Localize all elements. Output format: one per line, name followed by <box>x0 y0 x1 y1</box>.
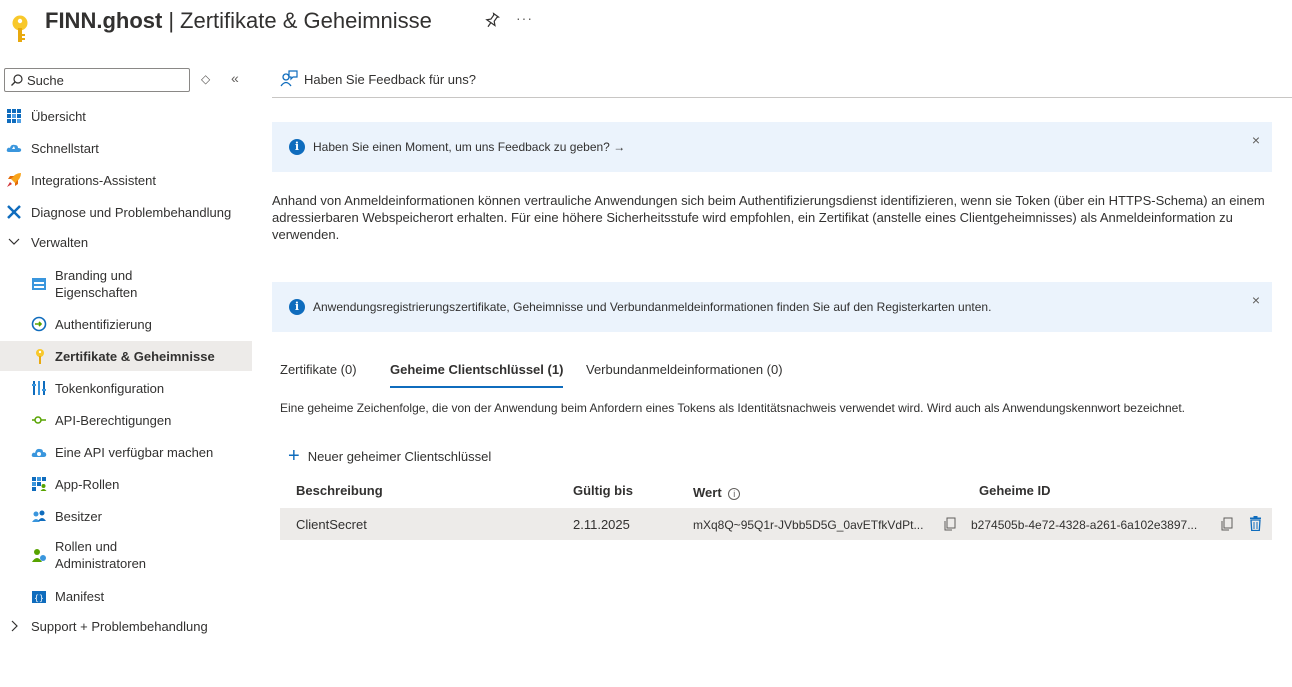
column-header-geheime-id: Geheime ID <box>979 483 1051 498</box>
sidebar-item-label: App-Rollen <box>55 477 120 492</box>
cell-beschreibung: ClientSecret <box>296 517 367 532</box>
close-icon[interactable]: × <box>1252 292 1260 308</box>
title-separator: | <box>168 8 175 33</box>
svg-text:{}: {} <box>34 594 44 603</box>
column-header-wert-label: Wert <box>693 485 722 500</box>
search-box[interactable] <box>4 68 190 92</box>
new-client-secret-label: Neuer geheimer Clientschlüssel <box>307 448 492 464</box>
tab-description: Eine geheime Zeichenfolge, die von der A… <box>280 401 1185 415</box>
sidebar-item-label: Diagnose und Problembehandlung <box>31 205 232 220</box>
page-title: FINN.ghost | Zertifikate & Geheimnisse <box>45 8 432 34</box>
table-row[interactable]: ClientSecret 2.11.2025 mXq8Q~95Q1r-JVbb5… <box>280 508 1272 540</box>
cloud-api-icon <box>31 448 47 457</box>
sidebar-group-support[interactable]: Support + Problembehandlung <box>0 611 252 641</box>
collapse-sidebar-icon[interactable]: « <box>231 70 239 86</box>
search-icon <box>11 74 23 86</box>
delete-icon[interactable] <box>1249 516 1262 531</box>
sidebar-item-schnellstart[interactable]: Schnellstart <box>0 133 252 163</box>
sidebar-item-uebersicht[interactable]: Übersicht <box>0 101 252 131</box>
info-banner-feedback: i Haben Sie einen Moment, um uns Feedbac… <box>272 122 1272 172</box>
sidebar-item-manifest[interactable]: {} Manifest <box>0 581 252 611</box>
info-banner-text: Anwendungsregistrierungszertifikate, Geh… <box>313 300 992 314</box>
sidebar-group-verwalten[interactable]: Verwalten <box>0 227 252 257</box>
chevron-right-icon <box>11 620 18 632</box>
app-name: FINN.ghost <box>45 8 163 33</box>
sidebar-item-label: Branding und Eigenschaften <box>55 268 138 300</box>
tab-geheime-clientschluessel[interactable]: Geheime Clientschlüssel (1) <box>390 360 564 388</box>
key-icon <box>36 349 44 364</box>
new-client-secret-button[interactable]: + Neuer geheimer Clientschlüssel <box>288 446 491 466</box>
sidebar-item-integrations-assistent[interactable]: Integrations-Assistent <box>0 165 252 195</box>
pin-icon[interactable] <box>484 12 500 30</box>
cell-geheime-id: b274505b-4e72-4328-a261-6a102e3897... <box>971 518 1198 532</box>
tab-verbundanmeldeinformationen[interactable]: Verbundanmeldeinformationen (0) <box>586 360 783 388</box>
sidebar-item-label: Eine API verfügbar machen <box>55 445 214 460</box>
column-header-gueltig-bis: Gültig bis <box>573 483 633 498</box>
sidebar-group-label: Support + Problembehandlung <box>31 619 208 634</box>
sidebar-item-label: Integrations-Assistent <box>31 173 157 188</box>
column-header-wert: Wert i <box>693 485 741 500</box>
auth-icon <box>31 316 47 332</box>
sidebar-item-label: Rollen und Administratoren <box>55 539 147 571</box>
page-header: FINN.ghost | Zertifikate & Geheimnisse ··· <box>0 0 1292 50</box>
sidebar-item-label: Besitzer <box>55 509 102 524</box>
cell-wert: mXq8Q~95Q1r-JVbb5D5G_0avETfkVdPt... <box>693 518 924 532</box>
sidebar-item-label: Zertifikate & Geheimnisse <box>55 349 215 364</box>
sidebar-item-api-verfuegbar[interactable]: Eine API verfügbar machen <box>0 437 252 467</box>
plus-icon: + <box>288 445 300 467</box>
info-icon: i <box>289 299 305 315</box>
sidebar-item-branding[interactable]: Branding und Eigenschaften <box>0 262 252 306</box>
info-circle-icon[interactable]: i <box>728 488 741 500</box>
close-icon[interactable]: × <box>1252 132 1260 148</box>
feedback-icon <box>280 70 298 87</box>
sidebar-group-label: Verwalten <box>31 235 89 250</box>
info-banner-tabs: i Anwendungsregistrierungszertifikate, G… <box>272 282 1272 332</box>
grid-icon <box>7 109 21 123</box>
sidebar-item-besitzer[interactable]: Besitzer <box>0 501 252 531</box>
sidebar-item-label: Authentifizierung <box>55 317 152 332</box>
manifest-icon: {} <box>32 591 46 603</box>
sidebar-item-label: Schnellstart <box>31 141 99 156</box>
info-icon: i <box>289 139 305 155</box>
sidebar-item-label: API-Berechtigungen <box>55 413 172 428</box>
feedback-label: Haben Sie Feedback für uns? <box>304 72 476 87</box>
cell-gueltig-bis: 2.11.2025 <box>573 517 630 532</box>
chevron-down-icon <box>8 238 20 245</box>
admin-user-icon <box>32 549 46 562</box>
search-input[interactable] <box>27 71 187 89</box>
column-header-beschreibung: Beschreibung <box>296 483 383 498</box>
page-description: Anhand von Anmeldeinformationen können v… <box>272 193 1265 242</box>
command-bar: Haben Sie Feedback für uns? <box>272 62 1292 98</box>
page-title-text: Zertifikate & Geheimnisse <box>180 8 432 33</box>
sidebar-item-zertifikate[interactable]: Zertifikate & Geheimnisse <box>0 341 252 371</box>
key-icon <box>12 15 28 42</box>
rocket-icon <box>7 173 21 187</box>
wrench-icon <box>7 205 21 219</box>
feedback-prompt-link[interactable]: Haben Sie einen Moment, um uns Feedback … <box>313 140 625 154</box>
sidebar: ◇ « Übersicht Schnellstart Integrations-… <box>0 62 252 682</box>
sidebar-item-tokenkonfiguration[interactable]: Tokenkonfiguration <box>0 373 252 403</box>
cloud-icon <box>6 144 22 152</box>
sidebar-item-label: Tokenkonfiguration <box>55 381 165 396</box>
copy-value-icon[interactable] <box>944 517 956 531</box>
branding-icon <box>32 278 46 290</box>
sidebar-item-label: Manifest <box>55 589 105 604</box>
sidebar-item-authentifizierung[interactable]: Authentifizierung <box>0 309 252 339</box>
sidebar-item-rollen-admins[interactable]: Rollen und Administratoren <box>0 533 252 577</box>
app-roles-icon <box>32 477 47 491</box>
sort-updown-icon[interactable]: ◇ <box>201 72 210 86</box>
token-bars-icon <box>32 381 46 395</box>
users-icon <box>32 510 46 522</box>
more-options-icon[interactable]: ··· <box>516 10 533 26</box>
tab-zertifikate[interactable]: Zertifikate (0) <box>280 360 357 388</box>
api-permissions-icon <box>32 416 46 424</box>
sidebar-item-label: Übersicht <box>31 109 86 124</box>
sidebar-item-app-rollen[interactable]: App-Rollen <box>0 469 252 499</box>
sidebar-item-api-berechtigungen[interactable]: API-Berechtigungen <box>0 405 252 435</box>
copy-id-icon[interactable] <box>1221 517 1233 531</box>
sidebar-item-diagnose[interactable]: Diagnose und Problembehandlung <box>0 197 252 227</box>
